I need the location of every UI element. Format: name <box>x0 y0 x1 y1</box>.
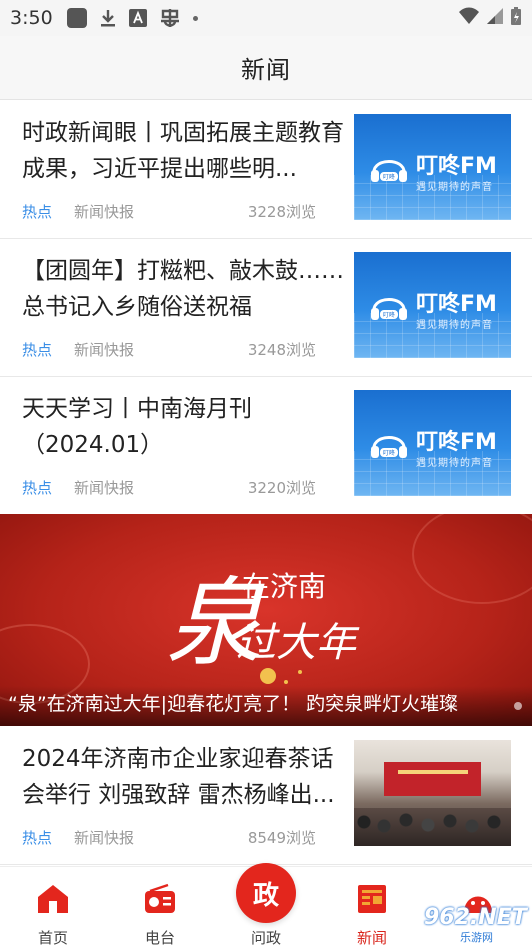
article-thumbnail <box>354 740 511 846</box>
fm-logo-icon: 叮咚 <box>371 436 407 458</box>
banner-caption-bar: “泉”在济南过大年|迎春花灯亮了！ 趵突泉畔灯火璀璨 <box>0 686 532 726</box>
hot-tag: 热点 <box>22 341 53 359</box>
watermark-text: 962.NET <box>424 905 527 930</box>
view-count: 8549浏览 <box>247 829 316 847</box>
download-icon <box>99 8 117 28</box>
hot-tag: 热点 <box>22 479 53 497</box>
fm-slogan: 遇见期待的声音 <box>416 320 493 331</box>
article-source: 新闻快报 <box>74 203 135 221</box>
carousel-indicator <box>514 702 522 710</box>
article-title: 时政新闻眼丨巩固拓展主题教育成果，习近平提出哪些明... <box>22 120 344 182</box>
news-list-item[interactable]: 2024年济南市企业家迎春茶话会举行 刘强致辞 雷杰杨峰出... 热点 新闻快报… <box>0 727 532 865</box>
banner-line2: 过大年 <box>236 620 360 666</box>
view-count: 3220浏览 <box>247 479 316 497</box>
watermark-logo: 962.NET 乐游网 <box>396 903 527 945</box>
politics-icon: 政 <box>236 863 296 923</box>
nav-radio[interactable]: 电台 <box>120 877 200 947</box>
bug-icon <box>159 7 181 29</box>
view-count: 3248浏览 <box>247 341 316 359</box>
news-list-item[interactable]: 【团圆年】打糍粑、敲木鼓……总书记入乡随俗送祝福 热点 新闻快报 3248浏览 … <box>0 239 532 377</box>
bottom-nav: 首页 电台 政 问政 新闻 962.NET 乐游网 <box>0 863 532 947</box>
banner-calligraphy: 泉 在济南 过大年 <box>166 567 360 684</box>
fm-brand-text: 叮咚FM <box>416 430 497 455</box>
fm-logo-icon: 叮咚 <box>371 160 407 182</box>
hot-tag: 热点 <box>22 829 53 847</box>
nav-label: 电台 <box>144 929 175 947</box>
status-bar: 3:50 <box>0 0 532 36</box>
status-time: 3:50 <box>10 7 53 29</box>
article-meta: 热点 新闻快报 8549浏览 <box>22 827 322 851</box>
fm-brand-text: 叮咚FM <box>416 292 497 317</box>
view-count: 3228浏览 <box>247 203 316 221</box>
article-source: 新闻快报 <box>74 829 135 847</box>
news-icon <box>358 885 386 913</box>
hot-tag: 热点 <box>22 203 53 221</box>
banner-line1: 在济南 <box>242 570 326 603</box>
featured-banner[interactable]: 泉 在济南 过大年 “泉”在济南过大年|迎春花灯亮了！ 趵突泉畔灯火璀璨 <box>0 514 532 726</box>
radio-icon <box>145 883 175 913</box>
fm-badge-text: 叮咚 <box>383 449 395 457</box>
article-title: 【团圆年】打糍粑、敲木鼓……总书记入乡随俗送祝福 <box>22 258 344 320</box>
news-list-item[interactable]: 时政新闻眼丨巩固拓展主题教育成果，习近平提出哪些明... 热点 新闻快报 322… <box>0 101 532 239</box>
article-meta: 热点 新闻快报 3248浏览 <box>22 339 322 363</box>
fm-slogan: 遇见期待的声音 <box>416 458 493 469</box>
article-source: 新闻快报 <box>74 479 135 497</box>
politics-glyph: 政 <box>252 881 279 911</box>
article-meta: 热点 新闻快报 3220浏览 <box>22 477 322 501</box>
fm-badge-text: 叮咚 <box>383 311 395 319</box>
article-source: 新闻快报 <box>74 341 135 359</box>
fm-badge-text: 叮咚 <box>383 173 395 181</box>
nav-label: 首页 <box>37 929 68 947</box>
article-title: 2024年济南市企业家迎春茶话会举行 刘强致辞 雷杰杨峰出... <box>22 746 335 808</box>
signal-icon <box>486 6 504 30</box>
watermark-sub: 乐游网 <box>458 929 495 945</box>
page-title: 新闻 <box>241 56 291 84</box>
dot-icon <box>192 15 198 21</box>
article-thumbnail: 叮咚 叮咚FM 遇见期待的声音 <box>354 252 511 358</box>
wifi-icon <box>458 6 480 30</box>
nav-home[interactable]: 首页 <box>13 877 93 947</box>
battery-icon <box>510 6 522 30</box>
fm-slogan: 遇见期待的声音 <box>416 182 493 193</box>
news-list-item[interactable]: 天天学习丨中南海月刊（2024.01） 热点 新闻快报 3220浏览 叮咚 叮咚… <box>0 377 532 515</box>
article-title: 天天学习丨中南海月刊（2024.01） <box>22 396 252 458</box>
article-thumbnail: 叮咚 叮咚FM 遇见期待的声音 <box>354 114 511 220</box>
app-header: 新闻 <box>0 36 532 100</box>
article-meta: 热点 新闻快报 3228浏览 <box>22 201 322 225</box>
nav-politics[interactable]: 政 问政 <box>226 863 306 947</box>
fm-logo-icon: 叮咚 <box>371 298 407 320</box>
dragon-decoration-right <box>412 514 532 604</box>
fm-brand-text: 叮咚FM <box>416 154 497 179</box>
home-icon <box>38 885 68 913</box>
nav-label: 问政 <box>250 929 281 947</box>
a-icon <box>128 9 147 27</box>
square-icon <box>66 8 87 28</box>
banner-caption: “泉”在济南过大年|迎春花灯亮了！ 趵突泉畔灯火璀璨 <box>8 693 459 715</box>
article-thumbnail: 叮咚 叮咚FM 遇见期待的声音 <box>354 390 511 496</box>
